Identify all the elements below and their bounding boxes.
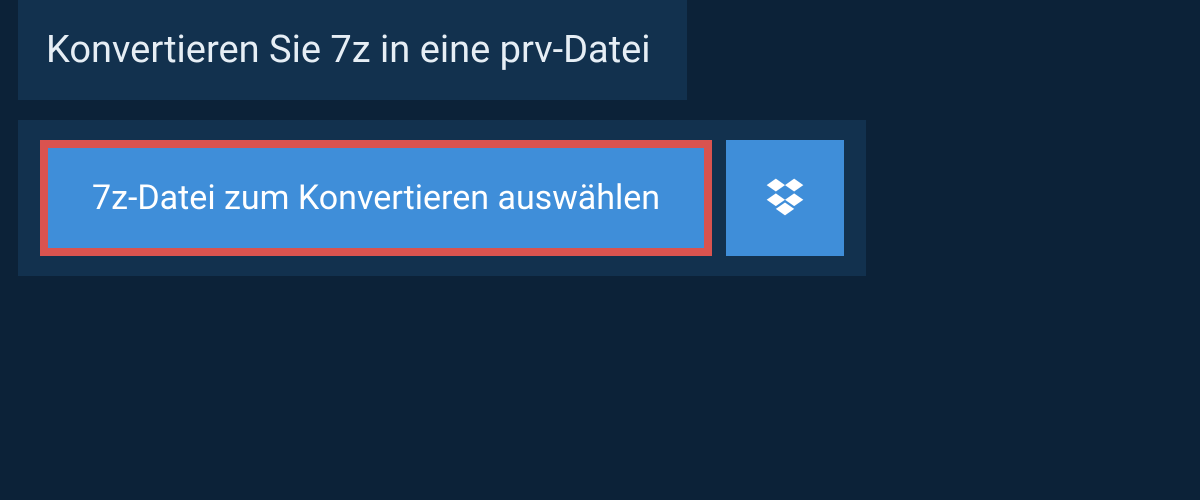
title-bar: Konvertieren Sie 7z in eine prv-Datei (18, 0, 687, 100)
dropbox-icon (763, 175, 807, 222)
upload-panel: 7z-Datei zum Konvertieren auswählen (18, 120, 866, 276)
page-title: Konvertieren Sie 7z in eine prv-Datei (46, 28, 651, 72)
select-file-button[interactable]: 7z-Datei zum Konvertieren auswählen (40, 140, 712, 256)
dropbox-button[interactable] (726, 140, 844, 256)
